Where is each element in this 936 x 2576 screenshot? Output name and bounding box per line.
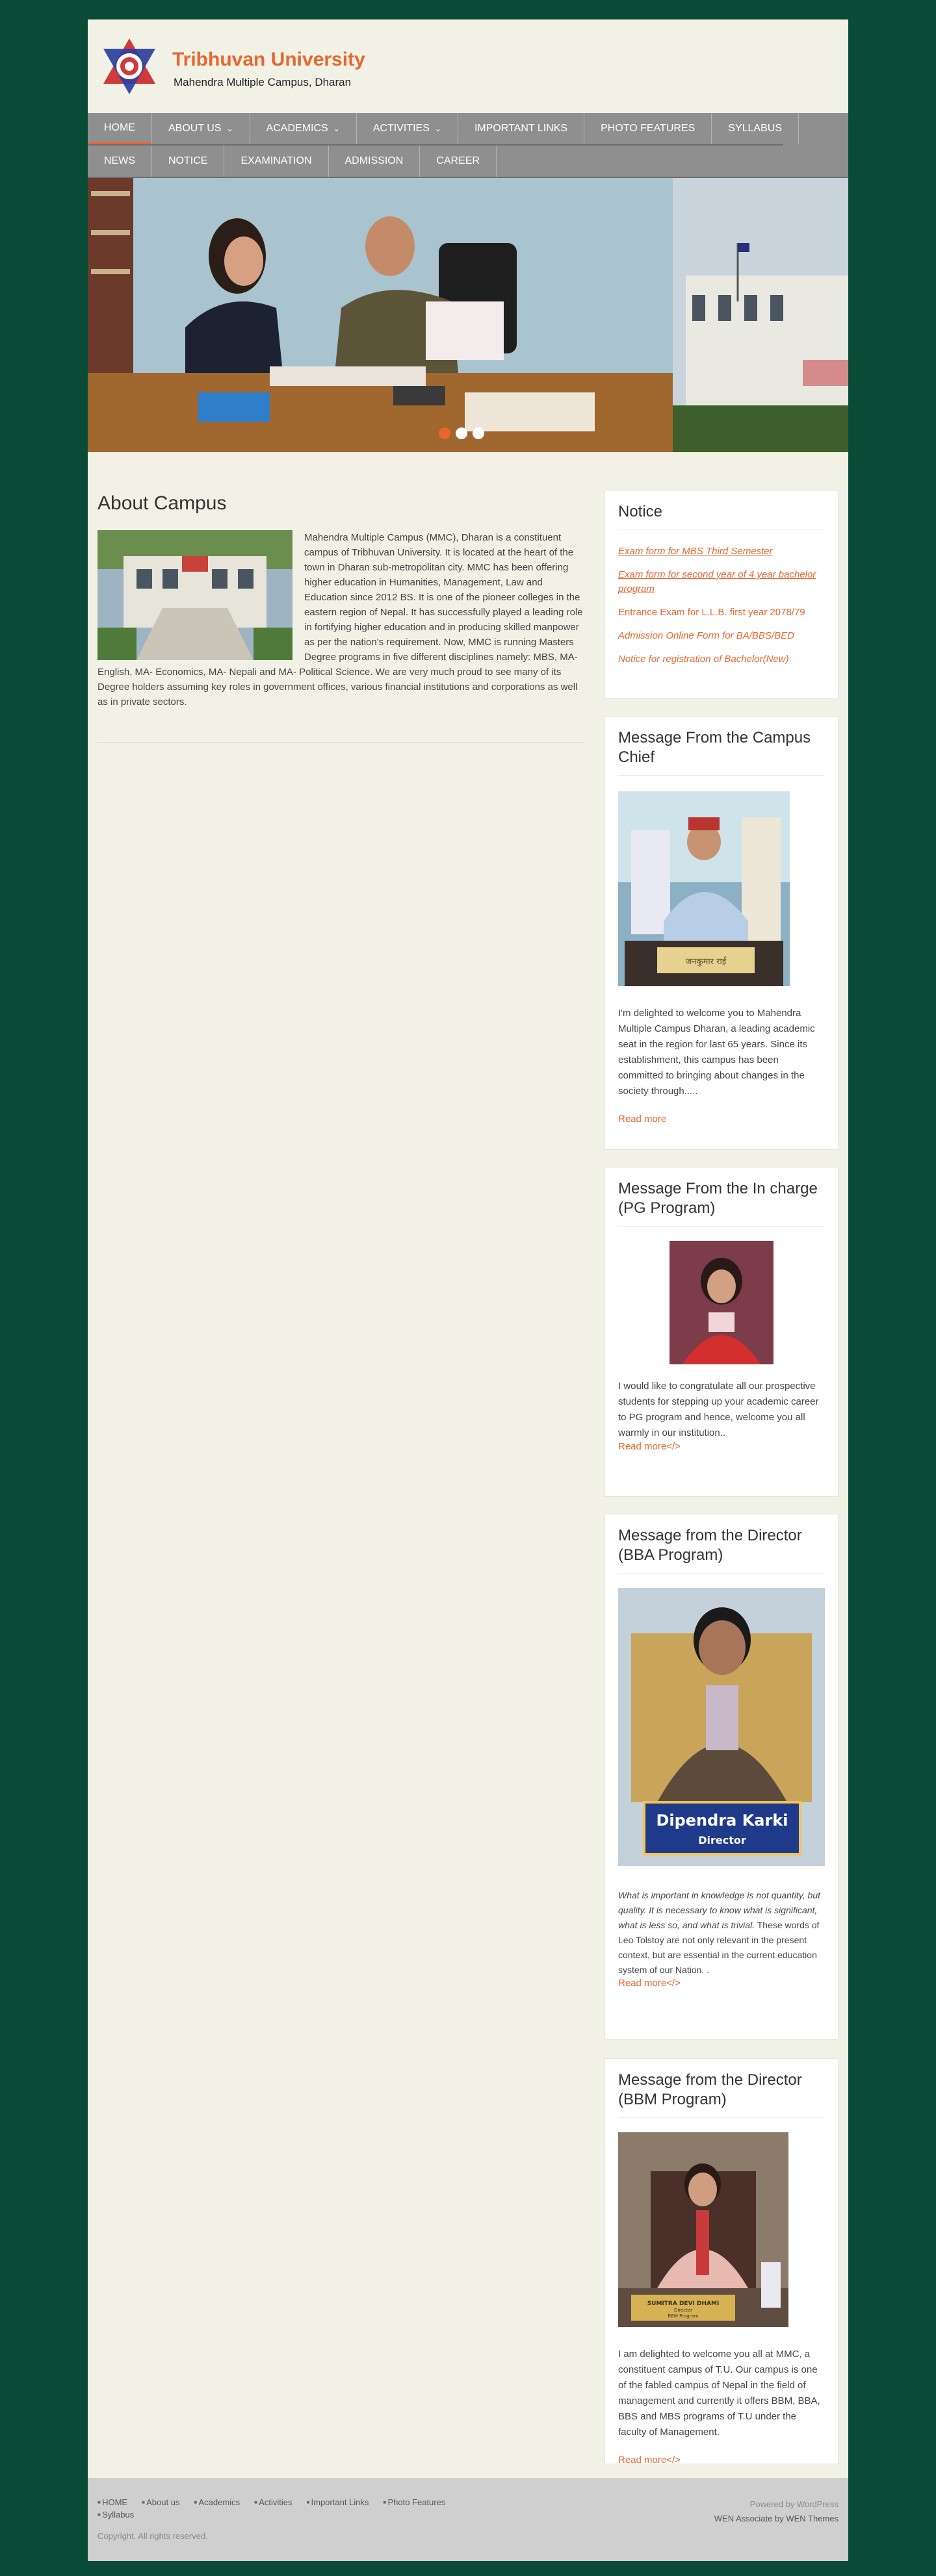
nav-item-label: ACADEMICS (266, 123, 328, 134)
footer-credits: Powered by WordPress WEN Associate by WE… (714, 2497, 838, 2526)
chevron-down-icon: ⌄ (226, 124, 233, 133)
nav-item-career[interactable]: CAREER (420, 146, 497, 177)
campus-chief-photo: जनकुमार राई (618, 791, 790, 986)
footer-link[interactable]: Syllabus (98, 2510, 134, 2519)
theme-name-link[interactable]: WEN Associate (714, 2514, 773, 2523)
bbm-read-more-link[interactable]: Read more</> (618, 2455, 825, 2466)
slider-dots (439, 427, 484, 439)
chevron-down-icon: ⌄ (434, 124, 441, 133)
pg-incharge-photo (670, 1241, 774, 1364)
nav-item-academics[interactable]: ACADEMICS ⌄ (250, 113, 357, 144)
page-container: Tribhuvan University Mahendra Multiple C… (88, 19, 848, 2561)
pg-heading: Message From the In charge (PG Program) (618, 1179, 825, 1227)
nameplate-name: Dipendra Karki (656, 1811, 788, 1830)
notice-link[interactable]: Exam form for MBS Third Semester (618, 544, 825, 559)
notice-link[interactable]: Exam form for second year of 4 year bach… (618, 568, 825, 596)
pg-read-more-link[interactable]: Read more</> (618, 1441, 825, 1452)
chief-message: I'm delighted to welcome you to Mahendra… (618, 1008, 815, 1097)
chief-heading: Message From the Campus Chief (618, 728, 825, 776)
pg-incharge-widget: Message From the In charge (PG Program) … (604, 1167, 838, 1497)
bba-director-widget: Message from the Director (BBA Program) … (604, 1514, 838, 2040)
nav-item-notice[interactable]: NOTICE (152, 146, 225, 177)
nameplate-program: BBM Program (668, 2314, 699, 2319)
site-title: Tribhuvan University (172, 49, 365, 70)
nav-item-admission[interactable]: ADMISSION (329, 146, 421, 177)
notice-heading: Notice (618, 502, 825, 530)
slide-image (88, 178, 848, 452)
footer-link[interactable]: Photo Features (383, 2497, 445, 2507)
nav-item-label: ABOUT US (168, 123, 222, 134)
footer-navigation: HOME About us Academics Activities Important… (98, 2497, 462, 2519)
nav-item-label: PHOTO FEATURES (601, 123, 696, 134)
footer-link[interactable]: HOME (98, 2497, 127, 2507)
university-emblem-icon (103, 38, 155, 94)
bbm-director-widget: Message from the Director (BBM Program) … (604, 2058, 838, 2466)
campus-chief-widget: Message From the Campus Chief जनकुमार रा… (604, 716, 838, 1150)
theme-credit: WEN Associate by WEN Themes (714, 2512, 838, 2526)
notice-list: Exam form for MBS Third Semester Exam for… (618, 544, 825, 667)
main-navigation: HOME ABOUT US ⌄ ACADEMICS ⌄ ACTIVITIES ⌄ IMPORT… (88, 113, 848, 178)
nav-item-important-links[interactable]: IMPORTANT LINKS (458, 113, 585, 144)
about-body: Mahendra Multiple Campus (MMC), Dharan i… (98, 530, 585, 709)
footer-link[interactable]: Academics (194, 2497, 240, 2507)
nameplate-text: जनकुमार राई (686, 956, 727, 967)
footer-link[interactable]: Important Links (306, 2497, 369, 2507)
bbm-director-photo: SUMITRA DEVI DHAMI Director BBM Program (618, 2132, 788, 2327)
bbm-heading: Message from the Director (BBM Program) (618, 2071, 825, 2118)
bba-director-photo: Dipendra Karki Director (618, 1588, 825, 1866)
copyright-text: Copyright. All rights reserved. (98, 2531, 208, 2541)
site-subtitle: Mahendra Multiple Campus, Dharan (174, 76, 352, 88)
nav-item-examination[interactable]: EXAMINATION (224, 146, 329, 177)
nav-row-secondary: NEWS NOTICE EXAMINATION ADMISSION CAREER (88, 146, 497, 177)
nav-item-label: SYLLABUS (728, 123, 782, 134)
footer-link[interactable]: Activities (254, 2497, 292, 2507)
pg-message: I would like to congratulate all our pro… (618, 1381, 819, 1438)
notice-link[interactable]: Entrance Exam for L.L.B. first year 2078… (618, 606, 825, 620)
nav-item-activities[interactable]: ACTIVITIES ⌄ (357, 113, 458, 144)
slider-dot[interactable] (456, 427, 467, 439)
about-heading: About Campus (98, 492, 227, 514)
nameplate-name: SUMITRA DEVI DHAMI (647, 2301, 720, 2307)
nav-item-news[interactable]: NEWS (88, 146, 152, 177)
notice-widget: Notice Exam form for MBS Third Semester E… (604, 490, 838, 699)
nav-item-label: IMPORTANT LINKS (474, 123, 568, 134)
site-footer: HOME About us Academics Activities Important… (88, 2478, 848, 2561)
bba-heading: Message from the Director (BBA Program) (618, 1526, 825, 1574)
nav-item-photo-features[interactable]: PHOTO FEATURES (584, 113, 712, 144)
slider-dot[interactable] (473, 427, 484, 439)
chief-read-more-link[interactable]: Read more (618, 1114, 825, 1125)
theme-author-link[interactable]: by WEN Themes (775, 2514, 838, 2523)
nameplate-role: Director (674, 2308, 692, 2313)
bba-read-more-link[interactable]: Read more</> (618, 1978, 825, 1989)
powered-by-link[interactable]: Powered by WordPress (714, 2497, 838, 2512)
nav-item-syllabus[interactable]: SYLLABUS (712, 113, 799, 144)
nameplate-role: Director (698, 1834, 746, 1846)
bbm-message: I am delighted to welcome you all at MMC… (618, 2349, 820, 2438)
nav-row-primary: HOME ABOUT US ⌄ ACADEMICS ⌄ ACTIVITIES ⌄ IMPORT… (88, 113, 799, 144)
nav-item-label: HOME (104, 121, 135, 133)
nav-item-label: ACTIVITIES (372, 123, 430, 134)
notice-link[interactable]: Notice for registration of Bachelor(New) (618, 652, 825, 667)
nav-item-about-us[interactable]: ABOUT US ⌄ (152, 113, 250, 144)
hero-slider[interactable] (88, 178, 848, 452)
notice-link[interactable]: Admission Online Form for BA/BBS/BED (618, 629, 825, 643)
nav-item-home[interactable]: HOME (88, 113, 152, 144)
slider-dot[interactable] (439, 427, 450, 439)
section-divider (98, 742, 585, 743)
footer-link[interactable]: About us (142, 2497, 179, 2507)
bba-message: What is important in knowledge is not qu… (618, 1888, 825, 1978)
chevron-down-icon: ⌄ (333, 124, 340, 133)
